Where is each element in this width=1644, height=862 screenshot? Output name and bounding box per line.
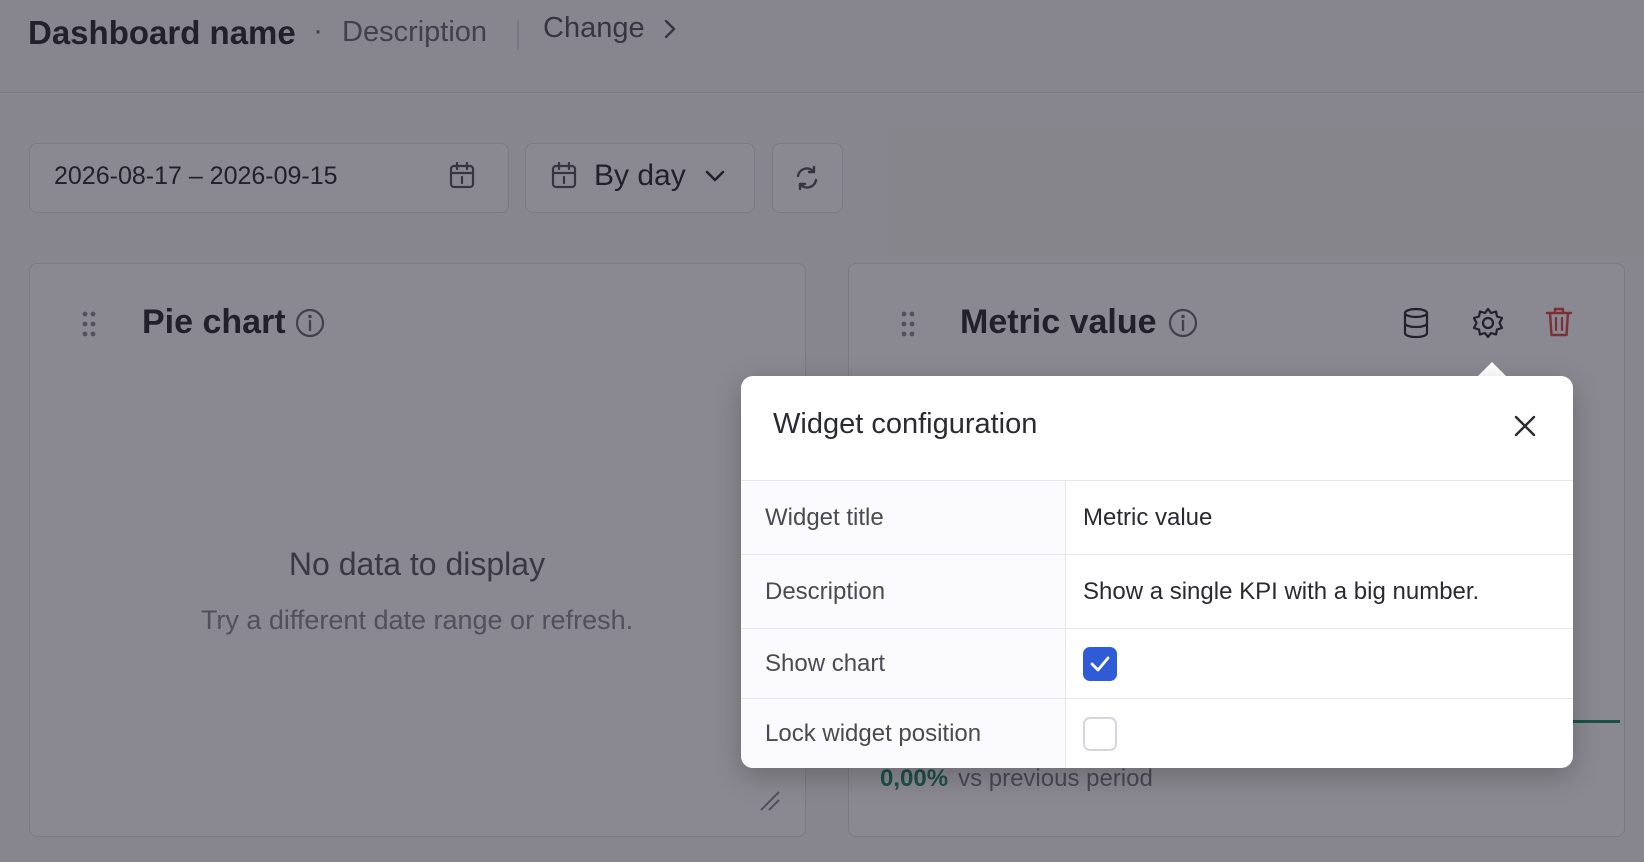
config-label: Show chart bbox=[741, 629, 1066, 698]
config-row-lock-position: Lock widget position bbox=[741, 699, 1573, 768]
config-row-description: Description Show a single KPI with a big… bbox=[741, 555, 1573, 629]
popover-title: Widget configuration bbox=[773, 408, 1038, 440]
config-label: Widget title bbox=[741, 481, 1066, 554]
config-row-show-chart: Show chart bbox=[741, 629, 1573, 699]
config-label: Description bbox=[741, 555, 1066, 628]
widget-configuration-popover: Widget configuration Widget title Metric… bbox=[741, 376, 1573, 768]
description-field[interactable]: Show a single KPI with a big number. bbox=[1066, 555, 1573, 628]
checkmark-icon bbox=[1090, 656, 1110, 671]
config-table: Widget title Metric value Description Sh… bbox=[741, 480, 1573, 768]
config-row-widget-title: Widget title Metric value bbox=[741, 481, 1573, 555]
config-label: Lock widget position bbox=[741, 699, 1066, 768]
close-icon[interactable] bbox=[1509, 410, 1541, 442]
show-chart-checkbox[interactable] bbox=[1083, 646, 1117, 681]
widget-title-field[interactable]: Metric value bbox=[1066, 481, 1573, 554]
lock-position-checkbox[interactable] bbox=[1083, 716, 1117, 751]
